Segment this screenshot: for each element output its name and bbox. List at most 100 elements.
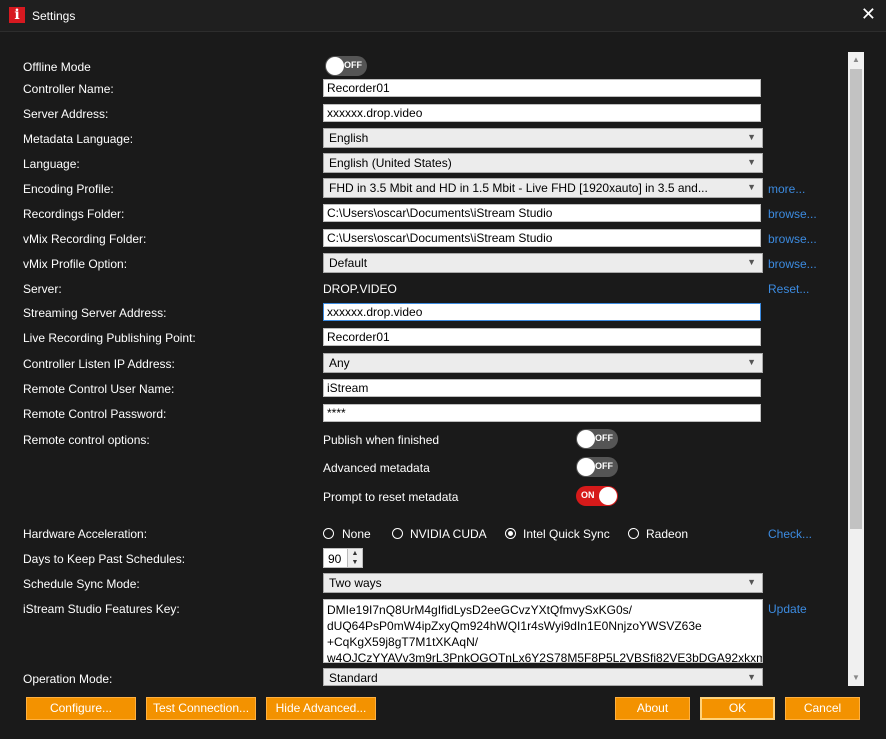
recordings-browse-link[interactable]: browse... bbox=[768, 207, 817, 221]
vmix-profile-option-value: Default bbox=[329, 256, 368, 270]
language-label: Language: bbox=[23, 157, 80, 171]
close-icon[interactable]: ✕ bbox=[861, 5, 876, 23]
row-remote-options: Remote control options: Publish when fin… bbox=[0, 429, 848, 451]
publishing-point-input[interactable]: Recorder01 bbox=[323, 328, 761, 346]
row-vmix-profile-option: vMix Profile Option: Default ▼ browse... bbox=[0, 253, 848, 275]
radio-nvidia-cuda[interactable] bbox=[392, 528, 403, 539]
hardware-check-link[interactable]: Check... bbox=[768, 527, 812, 541]
row-language: Language: English (United States) ▼ bbox=[0, 153, 848, 175]
schedule-sync-value: Two ways bbox=[329, 576, 382, 590]
row-publishing-point: Live Recording Publishing Point: Recorde… bbox=[0, 327, 848, 349]
chevron-down-icon: ▼ bbox=[747, 577, 756, 587]
row-metadata-language: Metadata Language: English ▼ bbox=[0, 128, 848, 150]
remote-user-label: Remote Control User Name: bbox=[23, 382, 175, 396]
operation-mode-select[interactable]: Standard ▼ bbox=[323, 668, 763, 686]
radio-intel-quick-sync[interactable] bbox=[505, 528, 516, 539]
features-key-textarea[interactable]: DMIe19I7nQ8UrM4gIfidLysD2eeGCvzYXtQfmvyS… bbox=[323, 599, 763, 663]
toggle-state: OFF bbox=[595, 433, 613, 443]
about-button[interactable]: About bbox=[615, 697, 690, 720]
server-address-input[interactable]: xxxxxx.drop.video bbox=[323, 104, 761, 122]
operation-mode-value: Standard bbox=[329, 671, 378, 685]
advanced-metadata-label: Advanced metadata bbox=[323, 461, 430, 475]
scroll-down-icon[interactable]: ▼ bbox=[848, 670, 864, 686]
row-operation-mode: Operation Mode: Standard ▼ bbox=[0, 668, 848, 690]
language-select[interactable]: English (United States) ▼ bbox=[323, 153, 763, 173]
row-streaming-server-address: Streaming Server Address: xxxxxx.drop.vi… bbox=[0, 302, 848, 324]
prompt-reset-metadata-toggle[interactable]: ON bbox=[576, 486, 618, 506]
remote-user-input[interactable]: iStream bbox=[323, 379, 761, 397]
radio-nvidia-cuda-label: NVIDIA CUDA bbox=[410, 527, 487, 541]
streaming-server-address-label: Streaming Server Address: bbox=[23, 306, 167, 320]
encoding-profile-select[interactable]: FHD in 3.5 Mbit and HD in 1.5 Mbit - Liv… bbox=[323, 178, 763, 198]
features-key-update-link[interactable]: Update bbox=[768, 602, 807, 616]
controller-name-input[interactable]: Recorder01 bbox=[323, 79, 761, 97]
row-listen-ip: Controller Listen IP Address: Any ▼ bbox=[0, 353, 848, 375]
toggle-knob bbox=[577, 430, 595, 448]
offline-mode-toggle[interactable]: OFF bbox=[325, 56, 367, 76]
metadata-language-label: Metadata Language: bbox=[23, 132, 134, 146]
recordings-folder-input[interactable]: C:\Users\oscar\Documents\iStream Studio bbox=[323, 204, 761, 222]
hardware-acceleration-label: Hardware Acceleration: bbox=[23, 527, 148, 541]
vmix-recording-folder-input[interactable]: C:\Users\oscar\Documents\iStream Studio bbox=[323, 229, 761, 247]
radio-radeon[interactable] bbox=[628, 528, 639, 539]
hide-advanced-button[interactable]: Hide Advanced... bbox=[266, 697, 376, 720]
publishing-point-label: Live Recording Publishing Point: bbox=[23, 331, 196, 345]
publish-when-finished-label: Publish when finished bbox=[323, 433, 440, 447]
advanced-metadata-toggle[interactable]: OFF bbox=[576, 457, 618, 477]
offline-mode-label: Offline Mode bbox=[23, 60, 91, 74]
chevron-down-icon: ▼ bbox=[747, 672, 756, 682]
vmix-profile-option-label: vMix Profile Option: bbox=[23, 257, 128, 271]
radio-none-label: None bbox=[342, 527, 371, 541]
days-to-keep-stepper[interactable]: 90 ▲ ▼ bbox=[323, 548, 363, 568]
encoding-profile-label: Encoding Profile: bbox=[23, 182, 114, 196]
stepper-arrows: ▲ ▼ bbox=[347, 549, 362, 567]
row-hardware-acceleration: Hardware Acceleration: None NVIDIA CUDA … bbox=[0, 523, 848, 545]
title-bar: i Settings ✕ bbox=[0, 0, 886, 31]
radio-radeon-label: Radeon bbox=[646, 527, 689, 541]
days-to-keep-value: 90 bbox=[328, 552, 342, 566]
row-encoding-profile: Encoding Profile: FHD in 3.5 Mbit and HD… bbox=[0, 178, 848, 200]
row-controller-name: Controller Name: Recorder01 bbox=[0, 78, 848, 100]
streaming-server-address-input[interactable]: xxxxxx.drop.video bbox=[323, 303, 761, 321]
listen-ip-value: Any bbox=[329, 356, 350, 370]
listen-ip-label: Controller Listen IP Address: bbox=[23, 357, 175, 371]
metadata-language-select[interactable]: English ▼ bbox=[323, 128, 763, 148]
chevron-down-icon: ▼ bbox=[747, 257, 756, 267]
server-label: Server: bbox=[23, 282, 62, 296]
row-vmix-recording-folder: vMix Recording Folder: C:\Users\oscar\Do… bbox=[0, 228, 848, 250]
vmix-folder-browse-link[interactable]: browse... bbox=[768, 232, 817, 246]
listen-ip-select[interactable]: Any ▼ bbox=[323, 353, 763, 373]
toggle-knob bbox=[599, 487, 617, 505]
scrollbar-thumb[interactable] bbox=[850, 69, 862, 529]
vertical-scrollbar[interactable]: ▲ ▼ bbox=[848, 52, 864, 686]
operation-mode-label: Operation Mode: bbox=[23, 672, 113, 686]
server-value: DROP.VIDEO bbox=[323, 282, 397, 296]
publish-when-finished-toggle[interactable]: OFF bbox=[576, 429, 618, 449]
toggle-state: ON bbox=[581, 490, 595, 500]
scroll-up-icon[interactable]: ▲ bbox=[848, 52, 864, 68]
features-key-label: iStream Studio Features Key: bbox=[23, 602, 180, 616]
vmix-profile-browse-link[interactable]: browse... bbox=[768, 257, 817, 271]
row-days-to-keep: Days to Keep Past Schedules: 90 ▲ ▼ bbox=[0, 548, 848, 570]
encoding-more-link[interactable]: more... bbox=[768, 182, 805, 196]
window-title: Settings bbox=[32, 9, 76, 23]
stepper-down-icon[interactable]: ▼ bbox=[348, 558, 362, 567]
vmix-recording-folder-label: vMix Recording Folder: bbox=[23, 232, 147, 246]
cancel-button[interactable]: Cancel bbox=[785, 697, 860, 720]
ok-button[interactable]: OK bbox=[700, 697, 775, 720]
remote-password-input[interactable]: **** bbox=[323, 404, 761, 422]
toggle-state: OFF bbox=[595, 461, 613, 471]
encoding-profile-value: FHD in 3.5 Mbit and HD in 1.5 Mbit - Liv… bbox=[329, 181, 708, 195]
stepper-up-icon[interactable]: ▲ bbox=[348, 549, 362, 558]
row-schedule-sync: Schedule Sync Mode: Two ways ▼ bbox=[0, 573, 848, 595]
row-offline-mode: Offline Mode OFF bbox=[0, 56, 848, 78]
test-connection-button[interactable]: Test Connection... bbox=[146, 697, 256, 720]
vmix-profile-option-select[interactable]: Default ▼ bbox=[323, 253, 763, 273]
row-server: Server: DROP.VIDEO Reset... bbox=[0, 278, 848, 300]
language-value: English (United States) bbox=[329, 156, 452, 170]
server-reset-link[interactable]: Reset... bbox=[768, 282, 809, 296]
remote-password-label: Remote Control Password: bbox=[23, 407, 167, 421]
configure-button[interactable]: Configure... bbox=[26, 697, 136, 720]
schedule-sync-select[interactable]: Two ways ▼ bbox=[323, 573, 763, 593]
radio-none[interactable] bbox=[323, 528, 334, 539]
